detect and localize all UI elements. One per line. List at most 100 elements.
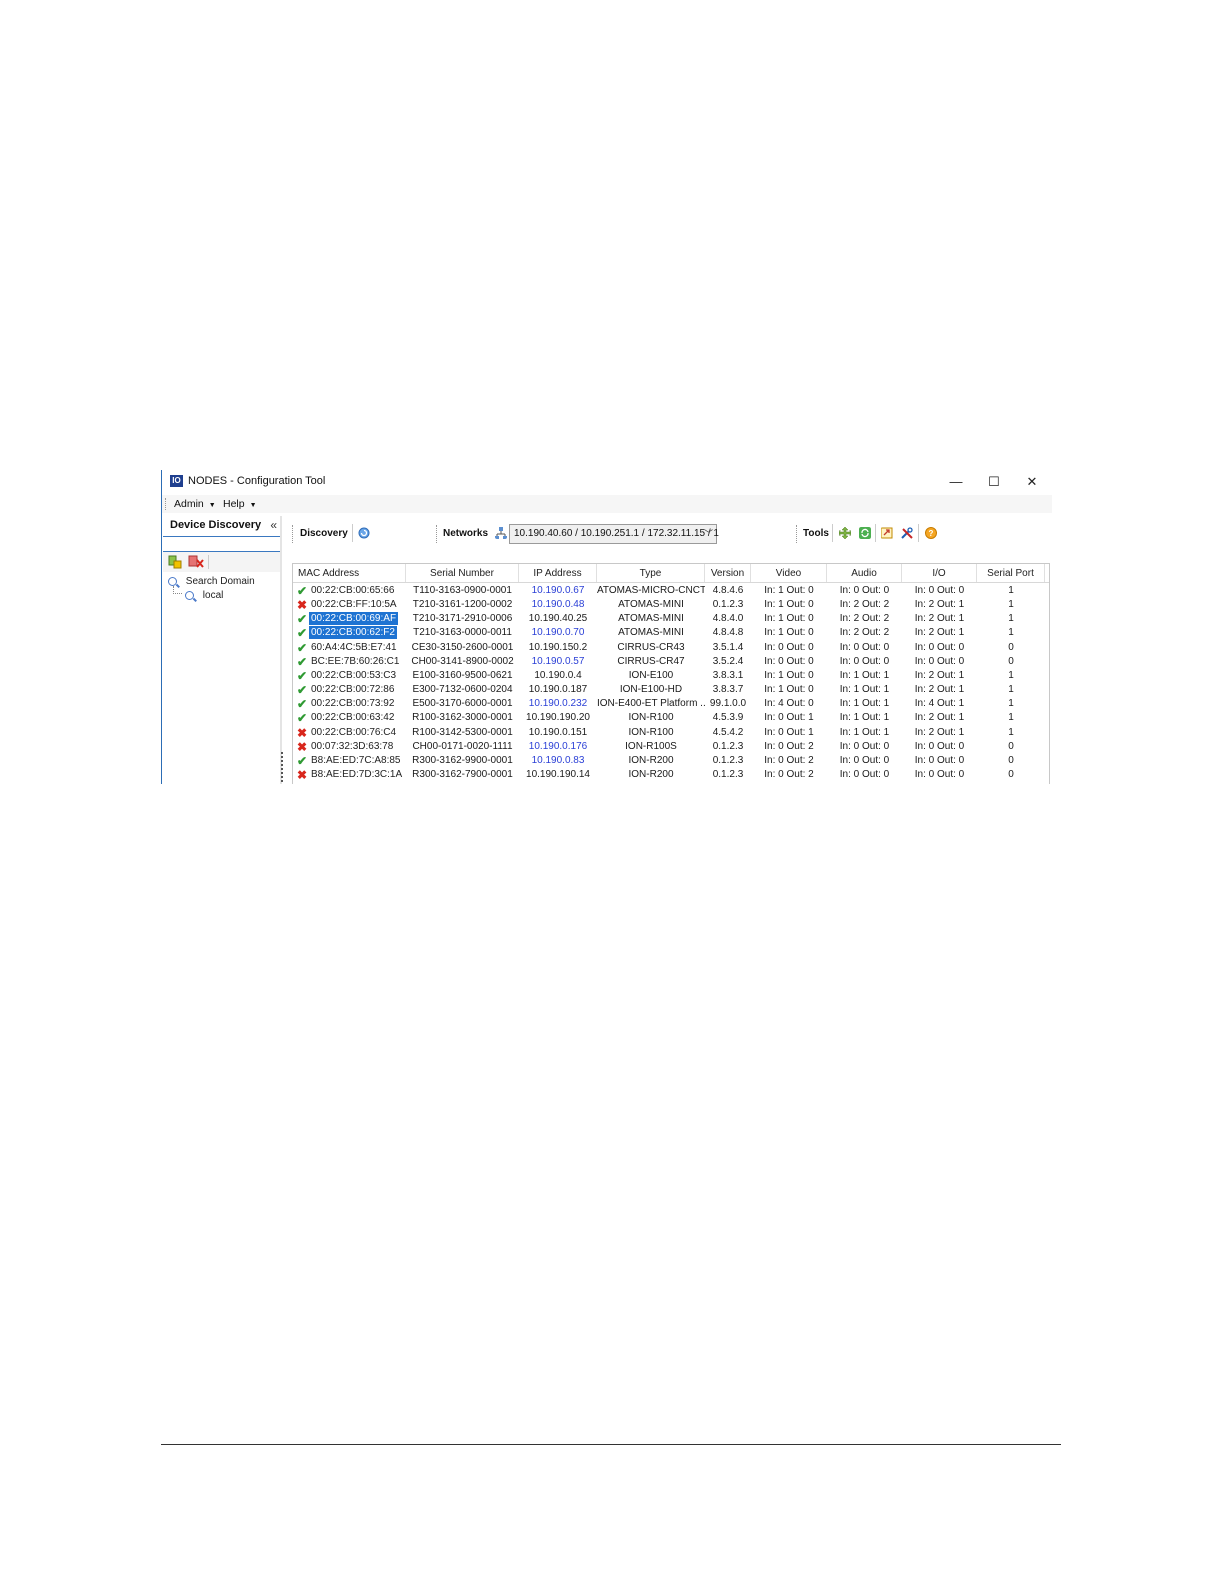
table-row[interactable]: ✖ 00:07:32:3D:63:78 CH00-0171-0020-1111 10.… xyxy=(293,740,1049,754)
cell-mac[interactable]: 00:22:CB:00:76:C4 xyxy=(309,726,398,739)
cell-mac[interactable]: 00:07:32:3D:63:78 xyxy=(309,740,395,753)
cell-version: 3.5.2.4 xyxy=(712,655,744,667)
table-row[interactable]: ✔ BC:EE:7B:60:26:C1 CH00-3141-8900-0002 10.… xyxy=(293,655,1049,669)
column-header-video[interactable]: Video xyxy=(751,564,827,582)
toolbar-grip xyxy=(436,525,438,543)
panel-title: Device Discovery xyxy=(170,519,262,531)
column-header-serial-port[interactable]: Serial Port xyxy=(977,564,1045,582)
column-header-version[interactable]: Version xyxy=(705,564,751,582)
table-row[interactable]: ✔ 00:22:CB:00:65:66 T110-3163-0900-0001 10.… xyxy=(293,584,1049,598)
table-row[interactable]: ✔ 00:22:CB:00:62:F2 T210-3163-0000-0011 10.… xyxy=(293,626,1049,640)
column-header-io[interactable]: I/O xyxy=(902,564,977,582)
table-row[interactable]: ✔ 00:22:CB:00:63:42 R100-3162-3000-0001 10.… xyxy=(293,711,1049,725)
add-domain-icon[interactable] xyxy=(168,555,182,569)
table-row[interactable]: ✔ 00:22:CB:00:69:AF T210-3171-2910-0006 10.… xyxy=(293,612,1049,626)
cell-ip[interactable]: 10.190.0.48 xyxy=(519,598,597,612)
table-row[interactable]: ✖ 00:22:CB:00:76:C4 R100-3142-5300-0001 10.… xyxy=(293,726,1049,740)
resize-grip[interactable] xyxy=(281,752,286,782)
toolbar-separator xyxy=(918,524,919,542)
column-header-type[interactable]: Type xyxy=(597,564,705,582)
column-header-serial[interactable]: Serial Number xyxy=(406,564,519,582)
close-button[interactable]: ✕ xyxy=(1021,473,1043,491)
cell-video: In: 0 Out: 1 xyxy=(764,726,814,738)
cell-mac[interactable]: 00:22:CB:00:69:AF xyxy=(309,612,399,626)
table-row[interactable]: ✔ 00:22:CB:00:73:92 E500-3170-6000-0001 10.… xyxy=(293,697,1049,711)
sync-icon[interactable] xyxy=(859,527,871,539)
cell-type: ION-R100 xyxy=(628,726,674,738)
cell-mac[interactable]: 00:22:CB:00:73:92 xyxy=(309,697,396,710)
cell-ip[interactable]: 10.190.0.83 xyxy=(519,754,597,768)
cell-mac[interactable]: 00:22:CB:00:62:F2 xyxy=(309,626,397,640)
column-header-mac[interactable]: MAC Address xyxy=(293,564,406,582)
menu-help[interactable]: Help ▼ xyxy=(223,498,257,510)
minimize-button[interactable]: — xyxy=(945,473,967,491)
tree-connector xyxy=(173,586,182,594)
check-icon: ✔ xyxy=(297,612,308,627)
cell-type: ATOMAS-MICRO-CNCT xyxy=(597,585,705,596)
column-header-ip[interactable]: IP Address xyxy=(519,564,597,582)
collapse-panel-icon[interactable]: « xyxy=(270,518,277,532)
remove-domain-icon[interactable] xyxy=(188,555,204,569)
cell-type: CIRRUS-CR43 xyxy=(617,641,685,653)
networks-label: Networks xyxy=(443,528,489,539)
table-row[interactable]: ✔ 00:22:CB:00:53:C3 E100-3160-9500-0621 10.… xyxy=(293,669,1049,683)
error-x-icon: ✖ xyxy=(297,725,308,740)
app-logo: IO xyxy=(170,475,183,487)
table-header: MAC Address Serial Number IP Address Typ… xyxy=(293,564,1049,583)
refresh-icon[interactable] xyxy=(358,527,370,539)
cell-mac[interactable]: 00:22:CB:00:65:66 xyxy=(309,584,396,597)
toolbar-separator xyxy=(832,524,833,542)
cell-io: In: 0 Out: 0 xyxy=(914,740,965,752)
cell-video: In: 1 Out: 0 xyxy=(764,627,814,639)
menu-admin[interactable]: Admin ▼ xyxy=(174,498,216,510)
wrench-tools-icon[interactable] xyxy=(901,527,913,539)
cell-ip: 10.190.0.151 xyxy=(528,726,588,738)
cell-version: 0.1.2.3 xyxy=(712,740,744,752)
network-tool-icon[interactable] xyxy=(839,527,851,539)
cell-mac[interactable]: 00:22:CB:00:53:C3 xyxy=(309,669,398,682)
table-row[interactable]: ✔ 00:22:CB:00:72:86 E300-7132-0600-0204 10.… xyxy=(293,683,1049,697)
cell-mac[interactable]: B8:AE:ED:7C:A8:85 xyxy=(309,754,403,767)
toolbar-separator xyxy=(875,524,876,542)
column-header-audio[interactable]: Audio xyxy=(827,564,902,582)
error-x-icon: ✖ xyxy=(297,739,308,754)
export-icon[interactable] xyxy=(881,527,893,539)
networks-dropdown[interactable]: 10.190.40.60 / 10.190.251.1 / 172.32.11.… xyxy=(509,524,719,544)
table-row[interactable]: ✖ B8:AE:ED:7D:3C:1A R300-3162-7900-0001 10.… xyxy=(293,768,1049,782)
table-row[interactable]: ✔ 60:A4:4C:5B:E7:41 CE30-3150-2600-0001 10.… xyxy=(293,641,1049,655)
networks-value: 10.190.40.60 / 10.190.251.1 / 172.32.11.… xyxy=(514,528,719,539)
cell-ip[interactable]: 10.190.0.67 xyxy=(519,584,597,598)
cell-mac[interactable]: 00:22:CB:FF:10:5A xyxy=(309,598,399,611)
cell-audio: In: 1 Out: 1 xyxy=(839,726,890,738)
cell-mac[interactable]: 00:22:CB:00:72:86 xyxy=(309,683,396,696)
panel-splitter[interactable] xyxy=(280,516,282,784)
cell-io: In: 0 Out: 0 xyxy=(914,641,965,653)
cell-ip[interactable]: 10.190.0.232 xyxy=(519,697,597,711)
cell-audio: In: 1 Out: 1 xyxy=(839,712,890,724)
cell-serial-port: 1 xyxy=(1008,599,1014,611)
cell-ip[interactable]: 10.190.0.176 xyxy=(519,740,597,754)
cell-io: In: 2 Out: 1 xyxy=(914,613,965,625)
toolbar-grip xyxy=(292,525,294,543)
maximize-button[interactable]: ☐ xyxy=(983,473,1005,491)
cell-mac[interactable]: BC:EE:7B:60:26:C1 xyxy=(309,655,401,668)
cell-serial: R300-3162-7900-0001 xyxy=(412,768,513,780)
cell-mac[interactable]: 00:22:CB:00:63:42 xyxy=(309,711,396,724)
cell-ip[interactable]: 10.190.0.70 xyxy=(519,626,597,640)
cell-audio: In: 0 Out: 0 xyxy=(839,754,890,766)
cell-version: 0.1.2.3 xyxy=(712,768,744,780)
cell-ip[interactable]: 10.190.0.57 xyxy=(519,655,597,669)
cell-type: ION-E100-HD xyxy=(619,684,683,696)
tree-local[interactable]: local xyxy=(185,590,223,601)
cell-video: In: 4 Out: 0 xyxy=(764,698,814,710)
cell-mac[interactable]: B8:AE:ED:7D:3C:1A xyxy=(309,768,404,781)
table-row[interactable]: ✖ 00:22:CB:FF:10:5A T210-3161-1200-0002 10.… xyxy=(293,598,1049,612)
cell-video: In: 0 Out: 1 xyxy=(764,712,814,724)
cell-mac[interactable]: 60:A4:4C:5B:E7:41 xyxy=(309,641,399,654)
cell-type: ION-R100S xyxy=(625,740,677,752)
cell-io: In: 2 Out: 1 xyxy=(914,684,965,696)
cell-io: In: 4 Out: 1 xyxy=(914,698,965,710)
help-icon[interactable]: ? xyxy=(925,527,937,539)
table-row[interactable]: ✔ B8:AE:ED:7C:A8:85 R300-3162-9900-0001 10.… xyxy=(293,754,1049,768)
cell-audio: In: 2 Out: 2 xyxy=(839,627,890,639)
